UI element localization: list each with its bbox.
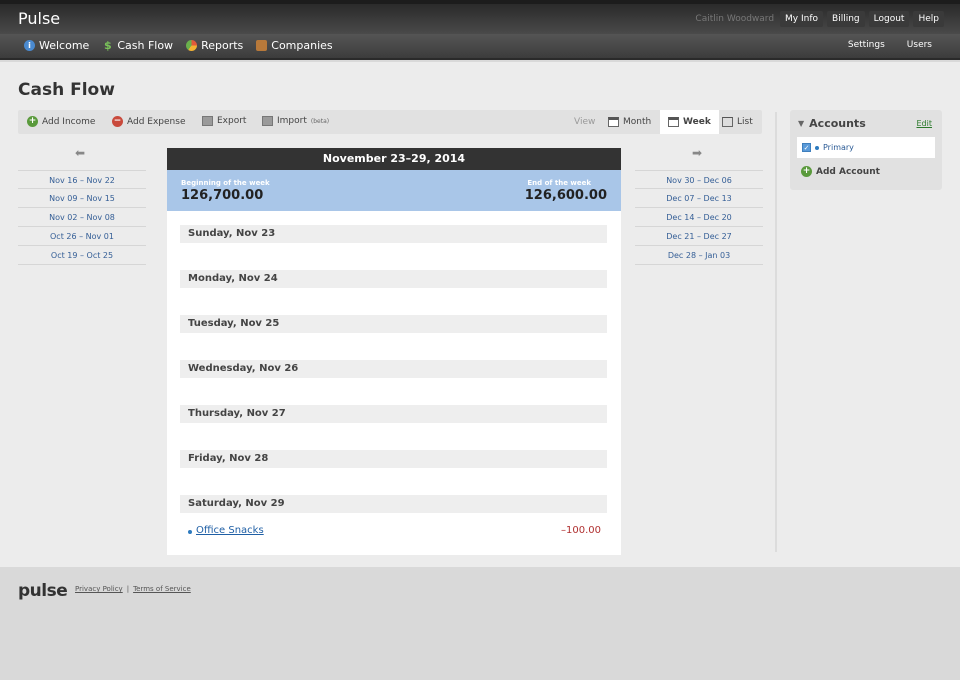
top-bar: Pulse Caitlin Woodward My Info Billing L…: [0, 0, 960, 34]
week-link[interactable]: Oct 19 – Oct 25: [18, 246, 146, 265]
terms-of-service-link[interactable]: Terms of Service: [133, 585, 191, 593]
day-header: Friday, Nov 28: [180, 450, 607, 468]
day-header: Sunday, Nov 23: [180, 225, 607, 243]
briefcase-icon: [256, 40, 268, 51]
accounts-header[interactable]: ▼ Accounts: [798, 117, 866, 130]
checkbox-checked-icon[interactable]: ✓: [802, 143, 811, 152]
beta-tag: (beta): [310, 117, 330, 125]
calendar-icon: [668, 117, 679, 127]
footer-links: Privacy Policy | Terms of Service: [75, 585, 191, 593]
transaction-amount: –100.00: [561, 525, 601, 536]
account-dot-icon: [188, 530, 192, 534]
user-name: Caitlin Woodward: [695, 14, 775, 24]
add-account-label: Add Account: [816, 166, 880, 177]
nav-welcome[interactable]: i Welcome: [24, 39, 89, 52]
view-list-button[interactable]: List: [714, 110, 761, 134]
main-content: Cash Flow + Add Income − Add Expense Exp…: [0, 62, 960, 567]
view-week-button[interactable]: Week: [660, 110, 719, 134]
plus-icon: +: [801, 166, 812, 177]
calendar-icon: [608, 117, 619, 127]
day-header: Thursday, Nov 27: [180, 405, 607, 423]
add-expense-label: Add Expense: [127, 116, 186, 127]
day-header: Tuesday, Nov 25: [180, 315, 607, 333]
billing-link[interactable]: Billing: [827, 11, 865, 27]
balance-bar: Beginning of the week 126,700.00 End of …: [167, 170, 621, 211]
week-title: November 23–29, 2014: [167, 148, 621, 170]
import-button[interactable]: Import (beta): [262, 116, 329, 126]
week-link[interactable]: Dec 28 – Jan 03: [635, 246, 763, 265]
column-divider: [775, 112, 777, 552]
cash-flow-toolbar: + Add Income − Add Expense Export Import…: [18, 110, 762, 134]
import-label: Import: [277, 116, 307, 126]
week-link[interactable]: Nov 16 – Nov 22: [18, 170, 146, 189]
list-icon: [722, 117, 733, 127]
add-account-button[interactable]: + Add Account: [801, 166, 880, 177]
add-income-label: Add Income: [42, 116, 96, 127]
begin-balance-label: Beginning of the week: [181, 179, 270, 187]
account-dot-icon: [815, 145, 819, 150]
week-link[interactable]: Dec 07 – Dec 13: [635, 189, 763, 208]
transaction-name[interactable]: Office Snacks: [196, 525, 264, 536]
dollar-icon: $: [104, 39, 112, 52]
minus-icon: −: [112, 116, 123, 127]
week-link[interactable]: Nov 30 – Dec 06: [635, 170, 763, 189]
transaction-row[interactable]: Office Snacks –100.00: [188, 523, 601, 543]
nav-reports[interactable]: Reports: [186, 39, 243, 52]
end-balance-label: End of the week: [527, 179, 591, 187]
next-week-arrow-icon[interactable]: ➡: [692, 146, 702, 160]
app-logo[interactable]: Pulse: [18, 9, 60, 28]
users-link[interactable]: Users: [907, 40, 932, 50]
main-nav: i Welcome $ Cash Flow Reports Companies …: [0, 34, 960, 60]
account-name: Primary: [823, 143, 854, 152]
view-label: View: [574, 117, 596, 127]
account-item-primary[interactable]: ✓ Primary: [797, 137, 935, 158]
view-week-label: Week: [683, 117, 711, 127]
previous-weeks-list: Nov 16 – Nov 22 Nov 09 – Nov 15 Nov 02 –…: [18, 170, 146, 265]
logout-link[interactable]: Logout: [868, 11, 910, 27]
add-income-button[interactable]: + Add Income: [27, 116, 95, 127]
add-expense-button[interactable]: − Add Expense: [112, 116, 185, 127]
user-menu: Caitlin Woodward My Info Billing Logout …: [695, 11, 944, 27]
nav-label: Companies: [271, 39, 333, 52]
day-header: Wednesday, Nov 26: [180, 360, 607, 378]
view-list-label: List: [737, 117, 753, 127]
collapse-triangle-icon: ▼: [798, 119, 805, 128]
nav-label: Cash Flow: [117, 39, 174, 52]
export-label: Export: [217, 116, 247, 126]
nav-cash-flow[interactable]: $ Cash Flow: [102, 39, 173, 52]
week-link[interactable]: Dec 21 – Dec 27: [635, 227, 763, 246]
nav-companies[interactable]: Companies: [256, 39, 333, 52]
info-icon: i: [24, 40, 35, 51]
page-title: Cash Flow: [18, 80, 115, 100]
help-link[interactable]: Help: [913, 11, 944, 27]
prev-week-arrow-icon[interactable]: ⬅: [75, 146, 85, 160]
nav-label: Reports: [201, 39, 244, 52]
accounts-title: Accounts: [809, 117, 866, 130]
export-icon: [202, 116, 213, 126]
pie-chart-icon: [186, 40, 198, 51]
settings-link[interactable]: Settings: [848, 40, 885, 50]
edit-accounts-link[interactable]: Edit: [917, 119, 933, 128]
day-header: Monday, Nov 24: [180, 270, 607, 288]
week-link[interactable]: Dec 14 – Dec 20: [635, 208, 763, 227]
week-link[interactable]: Oct 26 – Nov 01: [18, 227, 146, 246]
week-calendar: November 23–29, 2014 Beginning of the we…: [167, 148, 621, 555]
day-header: Saturday, Nov 29: [180, 495, 607, 513]
plus-icon: +: [27, 116, 38, 127]
my-info-link[interactable]: My Info: [780, 11, 824, 27]
import-icon: [262, 116, 273, 126]
week-link[interactable]: Nov 09 – Nov 15: [18, 189, 146, 208]
view-month-label: Month: [623, 117, 652, 127]
privacy-policy-link[interactable]: Privacy Policy: [75, 585, 123, 593]
export-button[interactable]: Export: [202, 116, 246, 126]
end-balance-value: 126,600.00: [524, 188, 607, 203]
week-link[interactable]: Nov 02 – Nov 08: [18, 208, 146, 227]
nav-label: Welcome: [39, 39, 90, 52]
footer-separator: |: [126, 585, 130, 593]
footer-logo[interactable]: pulse: [18, 581, 68, 601]
begin-balance-value: 126,700.00: [181, 188, 264, 203]
accounts-panel: ▼ Accounts Edit ✓ Primary + Add Account: [790, 110, 942, 190]
view-month-button[interactable]: Month: [600, 110, 659, 134]
next-weeks-list: Nov 30 – Dec 06 Dec 07 – Dec 13 Dec 14 –…: [635, 170, 763, 265]
